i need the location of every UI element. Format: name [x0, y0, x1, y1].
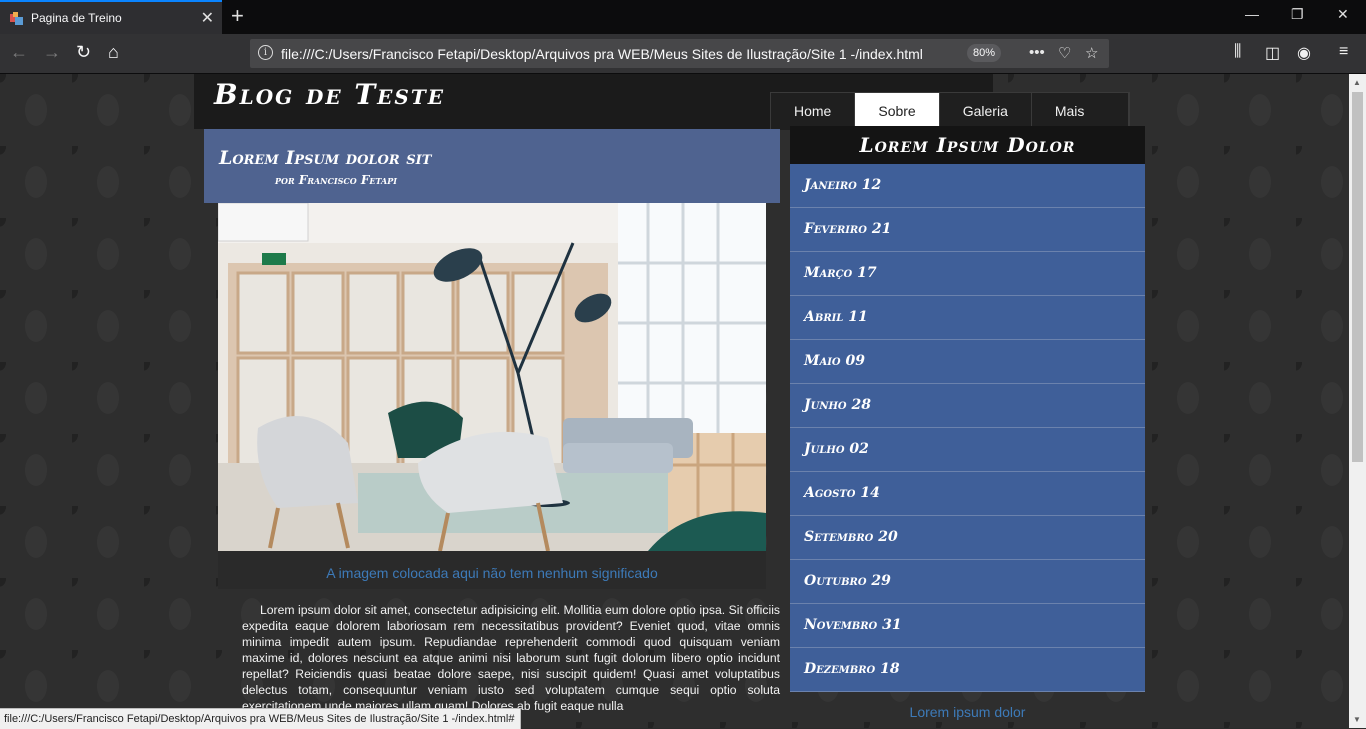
post-body: Lorem ipsum dolor sit amet, consectetur … [242, 603, 780, 713]
menu-item-mais-paginas[interactable]: Mais Paginas [1031, 93, 1130, 156]
scroll-down-icon[interactable]: ▼ [1353, 715, 1361, 724]
archive-item-setembro[interactable]: Setembro 20 [790, 516, 1145, 560]
sidebar-toggle-icon[interactable]: ◫ [1265, 43, 1280, 63]
sidebar-link[interactable]: Lorem ipsum dolor [790, 704, 1145, 720]
close-window-icon[interactable]: ✕ [1337, 6, 1349, 23]
url-text[interactable]: file:///C:/Users/Francisco Fetapi/Deskto… [281, 46, 923, 62]
archive-sidebar: Lorem Ipsum Dolor Janeiro 12 Feveriro 21… [790, 126, 1145, 692]
menu-item-galeria[interactable]: Galeria [939, 93, 1032, 130]
archive-item-junho[interactable]: Junho 28 [790, 384, 1145, 428]
archive-item-julho[interactable]: Julho 02 [790, 428, 1145, 472]
tab-bar: Pagina de Treino ✕ + — ❐ ✕ [0, 0, 1366, 34]
menu-hamburger-icon[interactable]: ≡ [1339, 43, 1348, 61]
post-title: Lorem Ipsum dolor sit [219, 147, 432, 169]
browser-tab[interactable]: Pagina de Treino ✕ [0, 0, 222, 34]
archive-item-fevereiro[interactable]: Feveriro 21 [790, 208, 1145, 252]
pocket-icon[interactable]: ♡ [1058, 44, 1071, 62]
archive-item-outubro[interactable]: Outubro 29 [790, 560, 1145, 604]
home-icon[interactable]: ⌂ [108, 42, 119, 63]
main-menu: Home Page Sobre Galeria Mais Paginas [770, 92, 1131, 156]
reload-icon[interactable]: ↻ [76, 42, 91, 63]
image-caption-box: A imagem colocada aqui não tem nenhum si… [218, 551, 766, 589]
menu-item-sobre[interactable]: Sobre [855, 93, 940, 130]
account-icon[interactable]: ◉ [1297, 43, 1311, 63]
menu-item-home[interactable]: Home Page [771, 93, 856, 156]
post-image [218, 203, 766, 551]
navigation-toolbar: ← → ↻ ⌂ i file:///C:/Users/Francisco Fet… [0, 34, 1366, 74]
archive-item-janeiro[interactable]: Janeiro 12 [790, 164, 1145, 208]
site-header: Blog de Teste Home Page Sobre Galeria Ma… [194, 74, 1131, 156]
library-icon[interactable]: ⫼ [1234, 43, 1241, 61]
archive-item-novembro[interactable]: Novembro 31 [790, 604, 1145, 648]
archive-item-agosto[interactable]: Agosto 14 [790, 472, 1145, 516]
post-author: por Francisco Fetapi [275, 173, 397, 187]
page-viewport: Blog de Teste Home Page Sobre Galeria Ma… [0, 74, 1349, 728]
status-bar: file:///C:/Users/Francisco Fetapi/Deskto… [0, 708, 522, 729]
forward-icon[interactable]: → [43, 42, 61, 63]
site-title: Blog de Teste [214, 78, 445, 111]
close-tab-icon[interactable]: ✕ [201, 8, 214, 28]
scrollbar-thumb[interactable] [1352, 92, 1363, 462]
zoom-level[interactable]: 80% [967, 44, 1002, 62]
sidebar-title: Lorem Ipsum Dolor [790, 126, 1145, 164]
interior-photo [218, 203, 766, 551]
archive-item-marco[interactable]: Março 17 [790, 252, 1145, 296]
bookmark-star-icon[interactable]: ☆ [1085, 44, 1098, 62]
page-favicon-icon [10, 12, 23, 25]
restore-icon[interactable]: ❐ [1291, 6, 1304, 23]
archive-item-dezembro[interactable]: Dezembro 18 [790, 648, 1145, 692]
new-tab-icon[interactable]: + [231, 3, 244, 29]
image-caption: A imagem colocada aqui não tem nenhum si… [326, 565, 658, 581]
archive-item-maio[interactable]: Maio 09 [790, 340, 1145, 384]
post-header: Lorem Ipsum dolor sit por Francisco Feta… [204, 129, 780, 203]
archive-item-abril[interactable]: Abril 11 [790, 296, 1145, 340]
scroll-up-icon[interactable]: ▲ [1353, 78, 1361, 87]
vertical-scrollbar[interactable]: ▲ ▼ [1349, 74, 1366, 728]
url-bar[interactable]: i file:///C:/Users/Francisco Fetapi/Desk… [250, 39, 1109, 68]
site-info-icon[interactable]: i [258, 45, 273, 60]
back-icon[interactable]: ← [10, 42, 28, 63]
minimize-icon[interactable]: — [1245, 6, 1259, 22]
tab-title: Pagina de Treino [31, 11, 122, 25]
page-actions-icon[interactable]: ••• [1029, 44, 1045, 61]
